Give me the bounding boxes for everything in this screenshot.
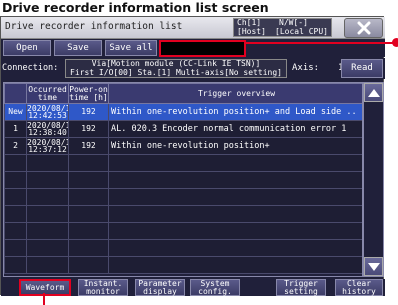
table-row-empty	[4, 222, 362, 240]
table-row[interactable]: 1 2020/08/1812:38:40 192 AL. 020.3 Encod…	[4, 120, 362, 138]
message-display	[159, 40, 246, 57]
close-button[interactable]	[344, 18, 383, 38]
row-occurred-time: 2020/08/1812:37:12	[26, 137, 69, 155]
parameter-display-button[interactable]: Parameter display	[135, 279, 185, 296]
scroll-up-button[interactable]	[364, 83, 383, 102]
table-row-empty	[4, 171, 362, 189]
close-icon	[357, 21, 370, 35]
save-button[interactable]: Save	[54, 40, 102, 56]
recorder-table: Occurred time Power-on time [h] Trigger …	[3, 82, 363, 277]
cpu-label: [Local CPU]	[275, 26, 328, 36]
table-header-row: Occurred time Power-on time [h] Trigger …	[4, 83, 362, 104]
row-occurred-time: 2020/08/1812:38:40	[26, 120, 69, 138]
arrow-up-icon	[367, 88, 380, 97]
footer-toolbar: Waveform Instant. monitor Parameter disp…	[1, 279, 385, 296]
row-no: 2	[4, 137, 27, 155]
connection-label: Connection:	[2, 63, 59, 73]
table-row[interactable]: 2 2020/08/1812:37:12 192 Within one-revo…	[4, 137, 362, 155]
table-row-empty	[4, 239, 362, 257]
callout-line-vertical	[43, 293, 45, 305]
row-power-on: 192	[68, 120, 109, 138]
table-row-empty	[4, 154, 362, 172]
window-title: Drive recorder information list	[5, 21, 183, 32]
row-no: 1	[4, 120, 27, 138]
clear-history-button[interactable]: Clear history	[335, 279, 383, 296]
save-all-button[interactable]: Save all	[105, 40, 157, 56]
system-config-button[interactable]: System config.	[190, 279, 240, 296]
row-occurred-time: 2020/08/1812:42:53	[26, 103, 69, 121]
trigger-setting-button[interactable]: Trigger setting	[276, 279, 326, 296]
axis-indicator: Axis: 1	[292, 63, 343, 73]
header-trigger-overview: Trigger overview	[108, 83, 362, 104]
page-heading: Drive recorder information list screen	[2, 0, 269, 15]
callout-line	[244, 42, 398, 44]
row-no: New	[4, 103, 27, 121]
title-bar: Drive recorder information list Ch[1] N/…	[1, 17, 385, 39]
connection-row: Connection: Via[Motion module (CC-Link I…	[1, 58, 385, 79]
read-button[interactable]: Read	[341, 59, 383, 78]
row-power-on: 192	[68, 103, 109, 121]
arrow-down-icon	[367, 262, 380, 271]
scrollbar[interactable]	[363, 82, 384, 277]
row-overview: Within one-revolution position+	[108, 137, 362, 155]
waveform-button[interactable]: Waveform	[19, 279, 71, 296]
table-row[interactable]: New 2020/08/1812:42:53 192 Within one-re…	[4, 103, 362, 121]
table-row-empty	[4, 188, 362, 206]
connection-value: Via[Motion module (CC-Link IE TSN)] Firs…	[65, 59, 287, 78]
table-row-empty	[4, 205, 362, 223]
row-overview: AL. 020.3 Encoder normal communication e…	[108, 120, 362, 138]
row-power-on: 192	[68, 137, 109, 155]
row-overview: Within one-revolution position+ and Load…	[108, 103, 362, 121]
connection-line-2: First I/O[00] Sta.[1] Multi-axis[No sett…	[70, 67, 282, 77]
instant-monitor-button[interactable]: Instant. monitor	[78, 279, 128, 296]
scroll-down-button[interactable]	[364, 257, 383, 276]
header-occurred-time: Occurred time	[26, 83, 69, 104]
table-row-empty	[4, 256, 362, 274]
header-power-on-time: Power-on time [h]	[68, 83, 109, 104]
callout-dot	[392, 38, 398, 47]
host-label: [Host]	[237, 26, 266, 36]
channel-info: Ch[1] N/W[-] [Host] [Local CPU]	[233, 18, 332, 37]
open-button[interactable]: Open	[3, 40, 51, 56]
drive-recorder-screen: Drive recorder information list Ch[1] N/…	[0, 16, 385, 296]
axis-label: Axis:	[292, 63, 320, 73]
header-no	[4, 83, 27, 104]
